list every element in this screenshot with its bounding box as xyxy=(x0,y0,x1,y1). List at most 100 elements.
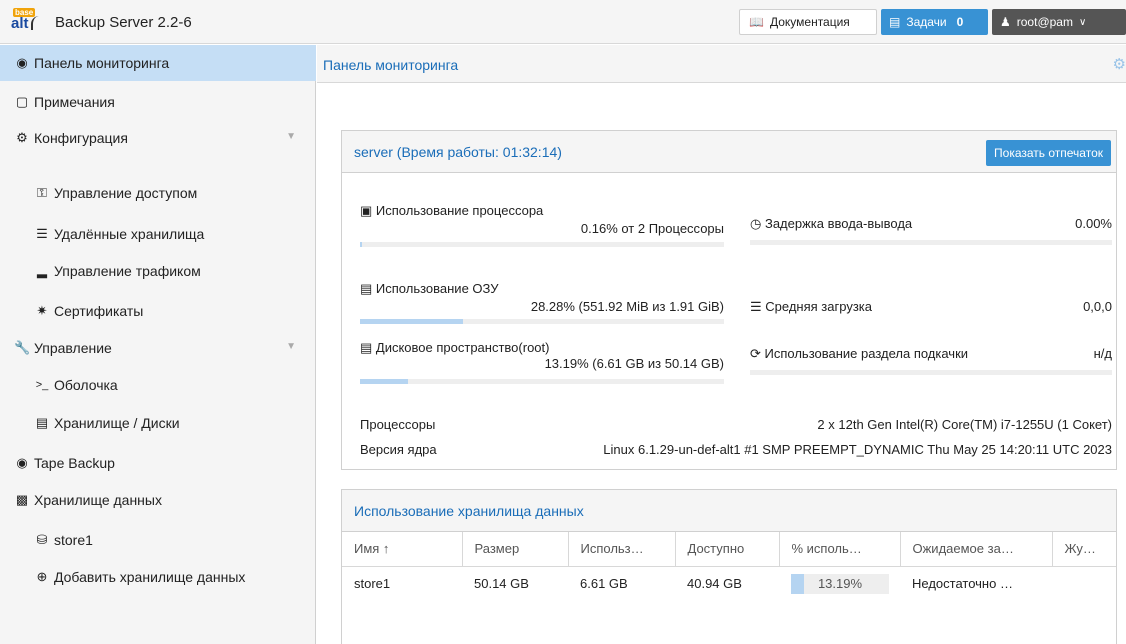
disk-usage-label: ▤ Дисковое пространство(root) xyxy=(360,340,549,356)
sidebar-item-label: Сертификаты xyxy=(54,303,144,319)
terminal-icon: >_ xyxy=(35,379,49,391)
sidebar-item-label: Оболочка xyxy=(54,377,118,393)
server-panel-title: server (Время работы: 01:32:14) xyxy=(354,144,562,160)
cpu-usage-bar-fill xyxy=(360,242,363,247)
io-delay-metric: ◷ Задержка ввода-вывода 0.00% xyxy=(750,216,1112,246)
disk-usage-value: 13.19% (6.61 GB из 50.14 GB) xyxy=(544,356,724,371)
dashboard-icon: ◉ xyxy=(16,55,28,70)
column-header-name[interactable]: Имя ↑ xyxy=(342,532,463,567)
kernel-version-label: Версия ядра xyxy=(360,442,437,457)
sidebar-item-notes[interactable]: ▢ Примечания xyxy=(0,84,316,120)
sidebar-item-label: store1 xyxy=(54,532,93,548)
cell-name: store1 xyxy=(354,575,391,591)
show-fingerprint-button[interactable]: Показать отпечаток xyxy=(986,140,1111,166)
io-delay-label: ◷ Задержка ввода-вывода xyxy=(750,216,912,232)
swap-usage-bar xyxy=(750,370,1112,375)
column-header-used[interactable]: Использ… xyxy=(568,532,676,567)
chevron-down-icon[interactable]: ▼ xyxy=(286,341,296,352)
chevron-down-icon[interactable]: ▼ xyxy=(286,131,296,142)
user-label: root@pam xyxy=(1016,15,1073,29)
swap-usage-value: н/д xyxy=(1093,346,1112,361)
page-title: Панель мониторинга xyxy=(323,57,459,73)
cpu-model-label: Процессоры xyxy=(360,417,436,432)
cpu-usage-label-text: Использование процессора xyxy=(375,203,544,218)
page-title-bar: Панель мониторинга ⚙ xyxy=(317,45,1126,83)
ram-usage-label: ▤ Использование ОЗУ xyxy=(360,281,499,297)
cell-used: 6.61 GB xyxy=(580,575,628,591)
traffic-icon: ▂ xyxy=(37,263,47,278)
cell-usage-percent: 13.19% xyxy=(779,566,900,600)
hdd-icon: ▤ xyxy=(360,340,376,355)
cpu-usage-label: ▣ Использование процессора xyxy=(360,203,543,219)
ram-usage-label-text: Использование ОЗУ xyxy=(375,281,499,296)
column-header-usage-percent[interactable]: % исполь… xyxy=(779,532,901,567)
sidebar-item-dashboard[interactable]: ◉ Панель мониторинга xyxy=(0,45,316,81)
sidebar-item-access-control[interactable]: ⚿ Управление доступом xyxy=(0,175,316,211)
column-header-estimated-full[interactable]: Ожидаемое за… xyxy=(900,532,1053,567)
cell-estimated-full: Недостаточно … xyxy=(912,575,1013,591)
swap-usage-label-text: Использование раздела подкачки xyxy=(764,346,969,361)
server-status-panel: server (Время работы: 01:32:14) Показать… xyxy=(341,130,1117,470)
load-average-value: 0,0,0 xyxy=(1083,299,1112,314)
disk-usage-bar-fill xyxy=(360,379,408,384)
datastore-panel-header: Использование хранилища данных xyxy=(342,490,1116,532)
sidebar-item-add-datastore[interactable]: ⊕ Добавить хранилище данных xyxy=(0,559,316,595)
load-average-metric: ☰ Средняя загрузка 0,0,0 xyxy=(750,299,1112,319)
swap-usage-label: ⟳ Использование раздела подкачки xyxy=(750,346,968,362)
table-header-row: Имя ↑ Размер Использ… Доступно % исполь…… xyxy=(342,532,1116,567)
archive-icon: ▩ xyxy=(15,492,29,507)
sidebar-item-label: Добавить хранилище данных xyxy=(54,569,246,585)
table-row[interactable]: store1 50.14 GB 6.61 GB 40.94 GB 13.19% … xyxy=(342,566,1116,600)
sidebar-item-remotes[interactable]: ☰ Удалённые хранилища xyxy=(0,216,316,252)
sidebar-item-shell[interactable]: >_ Оболочка xyxy=(0,367,316,403)
cpu-usage-value: 0.16% от 2 Процессоры xyxy=(580,221,724,236)
sidebar-item-store1[interactable]: ⛁ store1 xyxy=(0,522,316,558)
ram-usage-value: 28.28% (551.92 MiB из 1.91 GiB) xyxy=(530,299,724,314)
sidebar-item-datastore[interactable]: ▩ Хранилище данных xyxy=(0,482,316,518)
database-icon: ⛁ xyxy=(36,532,48,547)
kernel-version-value: Linux 6.1.29-un-def-alt1 #1 SMP PREEMPT_… xyxy=(603,442,1112,457)
server-panel-header: server (Время работы: 01:32:14) Показать… xyxy=(342,131,1116,173)
tasks-label: Задачи xyxy=(906,15,947,29)
swap-usage-metric: ⟳ Использование раздела подкачки н/д xyxy=(750,346,1112,376)
user-menu-button[interactable]: ♟ root@pam ∨ xyxy=(992,9,1126,35)
sidebar-item-traffic-control[interactable]: ▂ Управление трафиком xyxy=(0,253,316,289)
sidebar-item-label: Управление доступом xyxy=(54,185,198,201)
sidebar-item-administration[interactable]: 🔧 Управление ▼ xyxy=(0,330,316,366)
list-icon: ▤ xyxy=(889,15,901,29)
logo-leaf-icon xyxy=(31,16,41,30)
basealt-logo: base alt xyxy=(9,8,41,36)
plus-circle-icon: ⊕ xyxy=(36,569,48,584)
disk-usage-bar xyxy=(360,379,724,384)
ram-usage-bar-fill xyxy=(360,319,463,324)
tape-icon: ◉ xyxy=(16,455,28,470)
tasks-button[interactable]: ▤ Задачи 0 xyxy=(881,9,988,35)
documentation-button[interactable]: 📖 Документация xyxy=(739,9,877,35)
cell-journal xyxy=(1052,566,1116,600)
top-bar: base alt Backup Server 2.2-6 📖 Документа… xyxy=(0,0,1126,44)
column-header-journal[interactable]: Жу… xyxy=(1052,532,1116,567)
sidebar-item-label: Управление трафиком xyxy=(54,263,201,279)
sidebar-item-storage-disks[interactable]: ▤ Хранилище / Диски xyxy=(0,405,316,441)
server-icon: ☰ xyxy=(36,226,48,241)
key-icon: ⚿ xyxy=(37,185,47,200)
ram-usage-metric: ▤ Использование ОЗУ 28.28% (551.92 MiB и… xyxy=(360,281,724,324)
io-delay-bar xyxy=(750,240,1112,245)
load-average-label: ☰ Средняя загрузка xyxy=(750,299,872,315)
certificate-icon: ✷ xyxy=(36,303,48,318)
column-header-size[interactable]: Размер xyxy=(462,532,569,567)
disk-usage-label-text: Дисковое пространство(root) xyxy=(375,340,550,355)
gear-icon[interactable]: ⚙ xyxy=(1113,55,1126,73)
sidebar-item-certificates[interactable]: ✷ Сертификаты xyxy=(0,293,316,329)
clock-icon: ◷ xyxy=(750,216,765,231)
column-header-available[interactable]: Доступно xyxy=(675,532,780,567)
sidebar-item-label: Управление xyxy=(34,340,112,356)
note-icon: ▢ xyxy=(15,94,29,109)
memory-icon: ▤ xyxy=(360,281,376,296)
sidebar-item-label: Хранилище / Диски xyxy=(54,415,180,431)
sidebar-item-label: Хранилище данных xyxy=(34,492,162,508)
chevron-down-icon: ∨ xyxy=(1078,16,1087,28)
user-icon: ♟ xyxy=(1000,15,1011,29)
sidebar-item-tape-backup[interactable]: ◉ Tape Backup xyxy=(0,445,316,481)
sidebar-item-configuration[interactable]: ⚙ Конфигурация ▼ xyxy=(0,120,316,156)
